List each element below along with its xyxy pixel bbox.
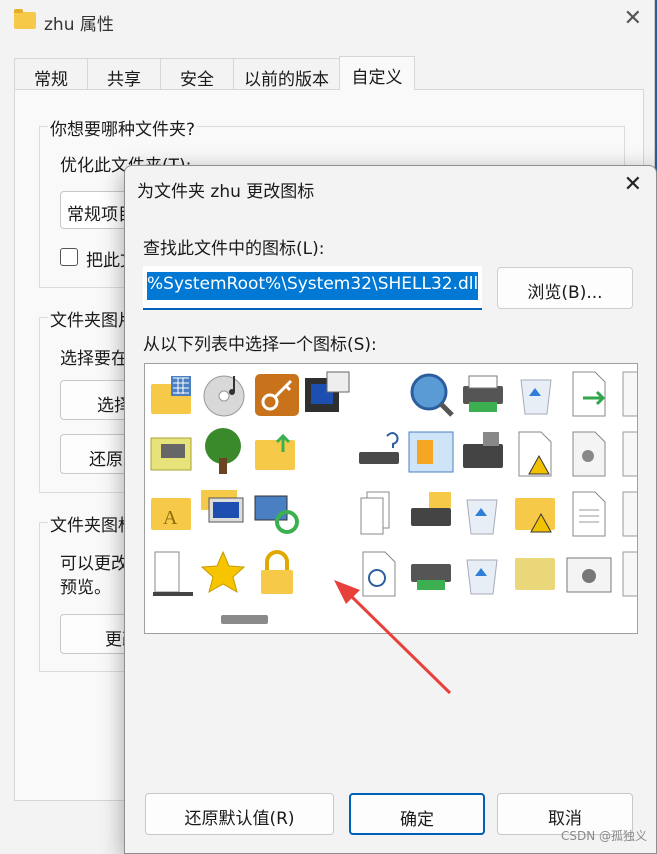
font-doc-icon[interactable]: [622, 431, 638, 477]
folder-drive-icon[interactable]: [150, 437, 192, 471]
svg-text:A: A: [163, 507, 178, 529]
watermark: CSDN @孤独义: [560, 829, 647, 843]
restore-defaults-button[interactable]: 还原默认值(R): [145, 793, 334, 835]
find-icons-label: 查找此文件中的图标(L):: [143, 239, 325, 259]
tree-icon[interactable]: [205, 428, 241, 474]
lock-icon[interactable]: [261, 550, 293, 594]
star-icon[interactable]: [200, 550, 246, 594]
choose-file-text: 选择要在: [60, 349, 128, 369]
folder-pen-icon[interactable]: [515, 558, 555, 590]
settings-doc-icon[interactable]: [572, 431, 606, 477]
tab-customize[interactable]: 自定义: [339, 56, 415, 90]
recycle-bin-full-icon[interactable]: [466, 499, 498, 535]
search-doc-icon[interactable]: [362, 551, 396, 597]
printer-green-icon[interactable]: [411, 564, 451, 590]
window-title: zhu 属性: [44, 15, 114, 35]
computer-folder-icon[interactable]: [201, 490, 244, 523]
window-close-button[interactable]: ✕: [624, 6, 642, 31]
document-warning-icon[interactable]: [518, 431, 552, 477]
apply-subfolders-checkbox[interactable]: [60, 248, 78, 266]
recycle-bin-icon[interactable]: [466, 559, 498, 595]
fax-printer-icon[interactable]: [463, 432, 503, 468]
browse-button[interactable]: 浏览(B)...: [497, 267, 633, 309]
icon-list-label: 从以下列表中选择一个图标(S):: [143, 335, 377, 355]
monitor-window-icon[interactable]: [305, 371, 350, 412]
control-panel-icon[interactable]: [408, 431, 454, 473]
tab-previous-versions[interactable]: 以前的版本: [233, 58, 340, 90]
preview-text: 预览。: [60, 578, 111, 598]
tab-general[interactable]: 常规: [14, 58, 88, 90]
sync-monitor-icon[interactable]: [254, 495, 299, 534]
folder-upload-icon[interactable]: [255, 433, 295, 470]
folder-type-title: 你想要哪种文件夹?: [48, 115, 198, 140]
folder-font-icon[interactable]: A: [151, 498, 191, 530]
folder-warning-icon[interactable]: [515, 498, 555, 533]
settings-window-icon[interactable]: [566, 557, 612, 593]
icon-file-path-text: %SystemRoot%\System32\SHELL32.dll: [147, 272, 479, 300]
tab-sharing[interactable]: 共享: [87, 58, 161, 90]
dialog-title: 为文件夹 zhu 更改图标: [137, 182, 315, 202]
gear-doc-icon[interactable]: [622, 371, 638, 417]
icon-list[interactable]: A: [144, 363, 638, 634]
documents-stack-icon[interactable]: [360, 491, 390, 535]
printer-icon[interactable]: [463, 375, 503, 412]
text-doc-icon[interactable]: [572, 491, 606, 537]
properties-titlebar: zhu 属性 ✕: [0, 0, 654, 42]
magnifier-globe-icon[interactable]: [410, 373, 454, 417]
folder-icon: [14, 9, 36, 29]
key-icon[interactable]: [255, 374, 299, 416]
icon-file-path-input[interactable]: %SystemRoot%\System32\SHELL32.dll: [143, 266, 482, 310]
change-icon-text: 可以更改: [60, 554, 128, 574]
dialog-close-button[interactable]: ✕: [624, 172, 642, 197]
font-doc-icon[interactable]: [622, 491, 638, 537]
horizontal-scrollbar-thumb[interactable]: [221, 615, 268, 624]
change-icon-dialog: 为文件夹 zhu 更改图标 ✕ 查找此文件中的图标(L): %SystemRoo…: [124, 165, 657, 854]
icon-grid: A: [150, 371, 638, 597]
server-icon[interactable]: [153, 551, 193, 596]
recycle-bin-icon[interactable]: [520, 379, 552, 415]
document-arrow-icon[interactable]: [572, 371, 606, 417]
cd-icon[interactable]: [203, 375, 245, 417]
font-doc-icon[interactable]: [622, 551, 638, 597]
folder-grid-icon[interactable]: [151, 376, 191, 414]
drive-question-icon[interactable]: [359, 432, 399, 464]
ok-button[interactable]: 确定: [349, 793, 485, 835]
printer-folder-icon[interactable]: [411, 492, 451, 526]
tab-security[interactable]: 安全: [160, 58, 234, 90]
